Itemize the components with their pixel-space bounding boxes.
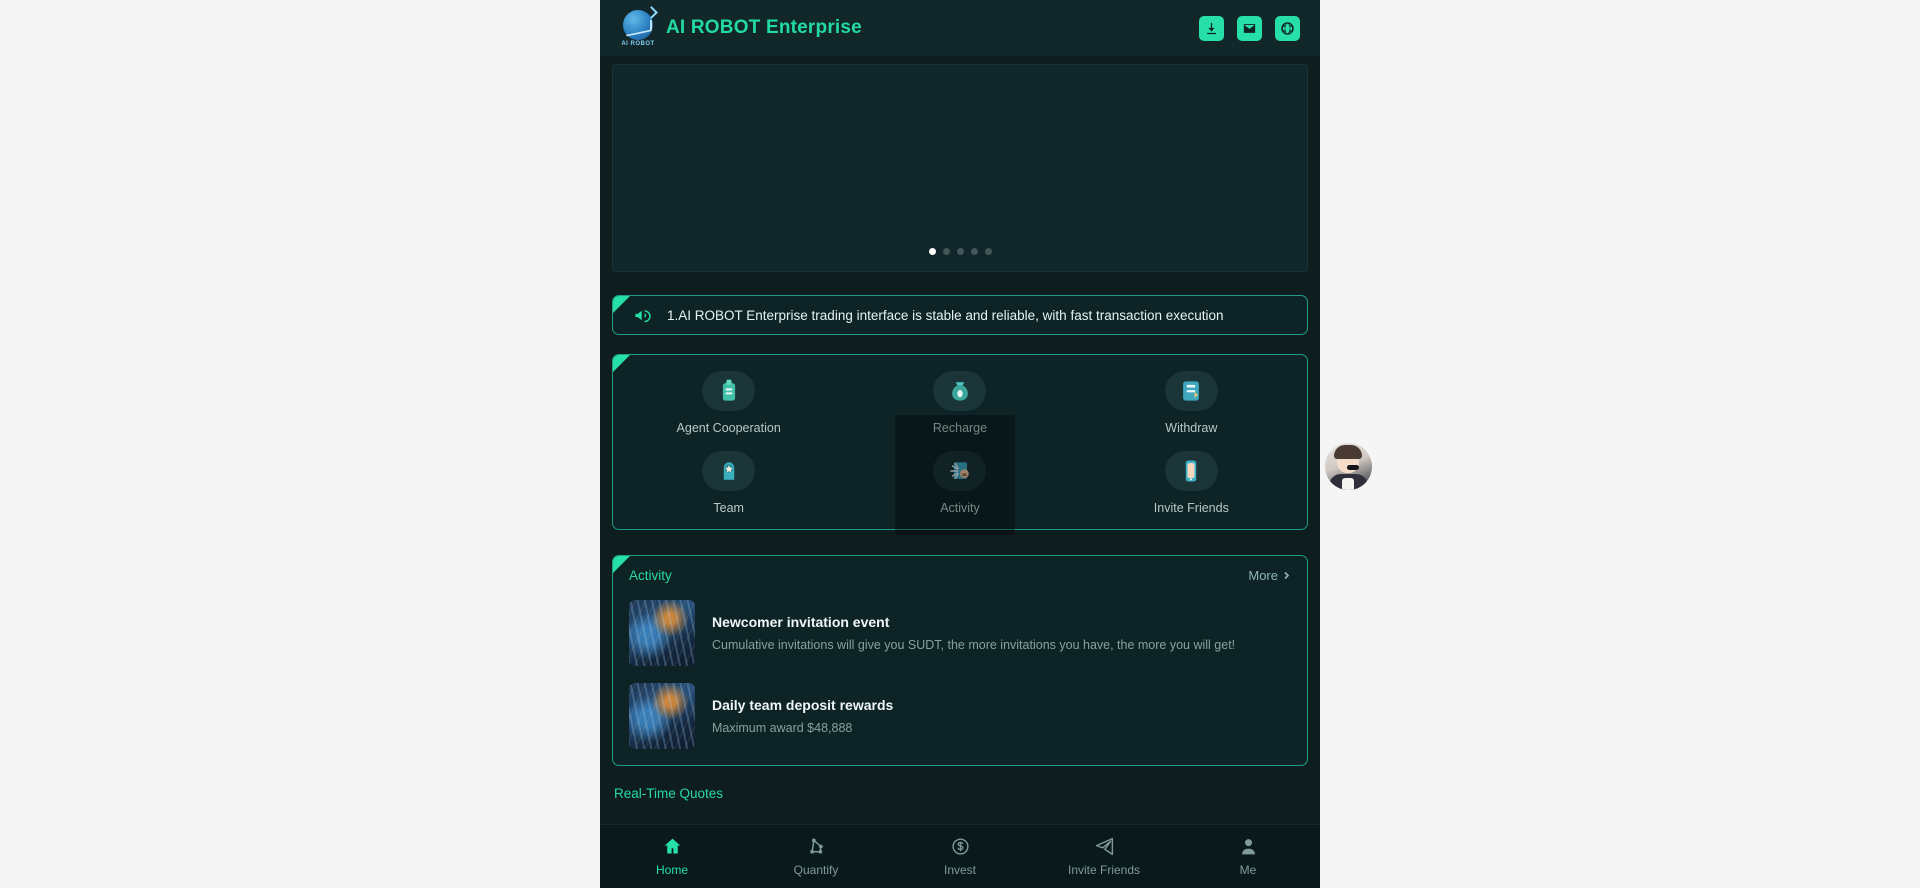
carousel-dot[interactable] xyxy=(984,248,992,255)
activity-header: Activity More xyxy=(629,568,1291,583)
carousel-dot[interactable] xyxy=(928,248,936,255)
money-bag-icon xyxy=(933,371,987,411)
tab-label: Invest xyxy=(943,863,976,877)
activity-list-item[interactable]: Daily team deposit rewards Maximum award… xyxy=(629,683,1291,749)
tab-label: Invite Friends xyxy=(1067,863,1141,877)
menu-label: Invite Friends xyxy=(1153,501,1229,515)
menu-item-team[interactable]: Team xyxy=(613,451,844,515)
person-icon xyxy=(1241,839,1255,855)
menu-label: Agent Cooperation xyxy=(676,421,781,435)
logo-arrow-icon xyxy=(645,5,658,19)
bottom-tabbar: Home Quantify Invest Invite Friends Me xyxy=(600,824,1320,888)
carousel-dots xyxy=(613,248,1307,255)
notice-bar[interactable]: 1.AI ROBOT Enterprise trading interface … xyxy=(612,295,1308,335)
notice-text: 1.AI ROBOT Enterprise trading interface … xyxy=(667,307,1224,323)
tab-me[interactable]: Me xyxy=(1176,836,1320,877)
globe-icon[interactable] xyxy=(1275,15,1300,41)
banner-carousel[interactable] xyxy=(612,64,1308,272)
app-title: AI ROBOT Enterprise xyxy=(666,17,862,38)
activity-card: Activity More Newcomer invitation event … xyxy=(612,555,1308,766)
tab-label: Me xyxy=(1239,863,1257,877)
activity-item-texts: Daily team deposit rewards Maximum award… xyxy=(712,697,893,735)
activity-item-desc: Maximum award $48,888 xyxy=(712,721,853,735)
avatar-shirt xyxy=(1342,478,1354,490)
menu-row: Agent Cooperation Recharge Withdraw xyxy=(613,371,1307,435)
tab-quantify[interactable]: Quantify xyxy=(744,836,888,877)
menu-label: Activity xyxy=(940,501,980,515)
phone-invite-icon xyxy=(1164,451,1218,491)
tab-invite-friends[interactable]: Invite Friends xyxy=(1032,836,1176,877)
menu-label: Team xyxy=(713,501,744,515)
activity-title: Activity xyxy=(629,568,672,583)
activity-thumbnail xyxy=(629,683,695,749)
activity-list-item[interactable]: Newcomer invitation event Cumulative inv… xyxy=(629,600,1291,666)
activity-more-label: More xyxy=(1248,568,1278,583)
menu-grid: Agent Cooperation Recharge Withdraw Team… xyxy=(612,354,1308,535)
tab-label: Home xyxy=(655,863,688,877)
menu-item-activity[interactable]: Activity xyxy=(844,451,1075,515)
menu-item-withdraw[interactable]: Withdraw xyxy=(1076,371,1307,435)
corner-accent xyxy=(613,556,630,573)
menu-item-recharge[interactable]: Recharge xyxy=(844,371,1075,435)
customer-service-avatar[interactable] xyxy=(1325,443,1372,490)
megaphone-icon xyxy=(635,309,651,322)
home-icon xyxy=(664,838,680,854)
activity-item-title: Newcomer invitation event xyxy=(712,614,890,630)
activity-thumbnail xyxy=(629,600,695,666)
team-star-icon xyxy=(702,451,756,491)
app-logo: AI ROBOT xyxy=(620,5,658,48)
chevron-right-icon xyxy=(1284,571,1290,580)
carousel-dot[interactable] xyxy=(970,248,978,255)
carousel-dot[interactable] xyxy=(956,248,964,255)
menu-label: Withdraw xyxy=(1165,421,1218,435)
invest-dollar-icon xyxy=(951,838,969,855)
avatar-hair xyxy=(1334,445,1362,459)
activity-item-desc: Cumulative invitations will give you SUD… xyxy=(712,638,1236,652)
badge-icon xyxy=(702,371,756,411)
app-header: AI ROBOT AI ROBOT Enterprise xyxy=(600,0,1320,56)
activity-item-title: Daily team deposit rewards xyxy=(712,697,894,713)
withdraw-card-icon xyxy=(1164,371,1218,411)
tab-label: Quantify xyxy=(793,863,839,877)
menu-label: Recharge xyxy=(932,421,988,435)
send-plane-icon xyxy=(1095,837,1113,856)
quantify-icon xyxy=(809,838,823,854)
activity-item-texts: Newcomer invitation event Cumulative inv… xyxy=(712,614,1235,652)
activity-more-link[interactable]: More xyxy=(1248,568,1291,583)
logo-globe-icon xyxy=(623,5,658,40)
phone-viewport: AI ROBOT AI ROBOT Enterprise 1.AI ROBOT … xyxy=(600,0,1320,888)
menu-item-invite-friends[interactable]: Invite Friends xyxy=(1076,451,1307,515)
carousel-dot[interactable] xyxy=(942,248,950,255)
header-actions xyxy=(1199,15,1300,41)
quotes-section-title: Real-Time Quotes xyxy=(614,786,724,801)
corner-accent xyxy=(613,296,630,313)
screen-root: AI ROBOT AI ROBOT Enterprise 1.AI ROBOT … xyxy=(0,0,1920,888)
activity-icon xyxy=(933,451,987,491)
menu-item-agent-cooperation[interactable]: Agent Cooperation xyxy=(613,371,844,435)
tab-home[interactable]: Home xyxy=(600,836,744,877)
avatar-headset-mic xyxy=(1347,465,1359,470)
tab-invest[interactable]: Invest xyxy=(888,836,1032,877)
logo-text: AI ROBOT xyxy=(621,40,655,47)
download-icon[interactable] xyxy=(1199,15,1224,41)
corner-accent xyxy=(613,355,630,372)
menu-row: Team Activity Invite Friends xyxy=(613,451,1307,515)
mail-icon[interactable] xyxy=(1237,15,1262,41)
